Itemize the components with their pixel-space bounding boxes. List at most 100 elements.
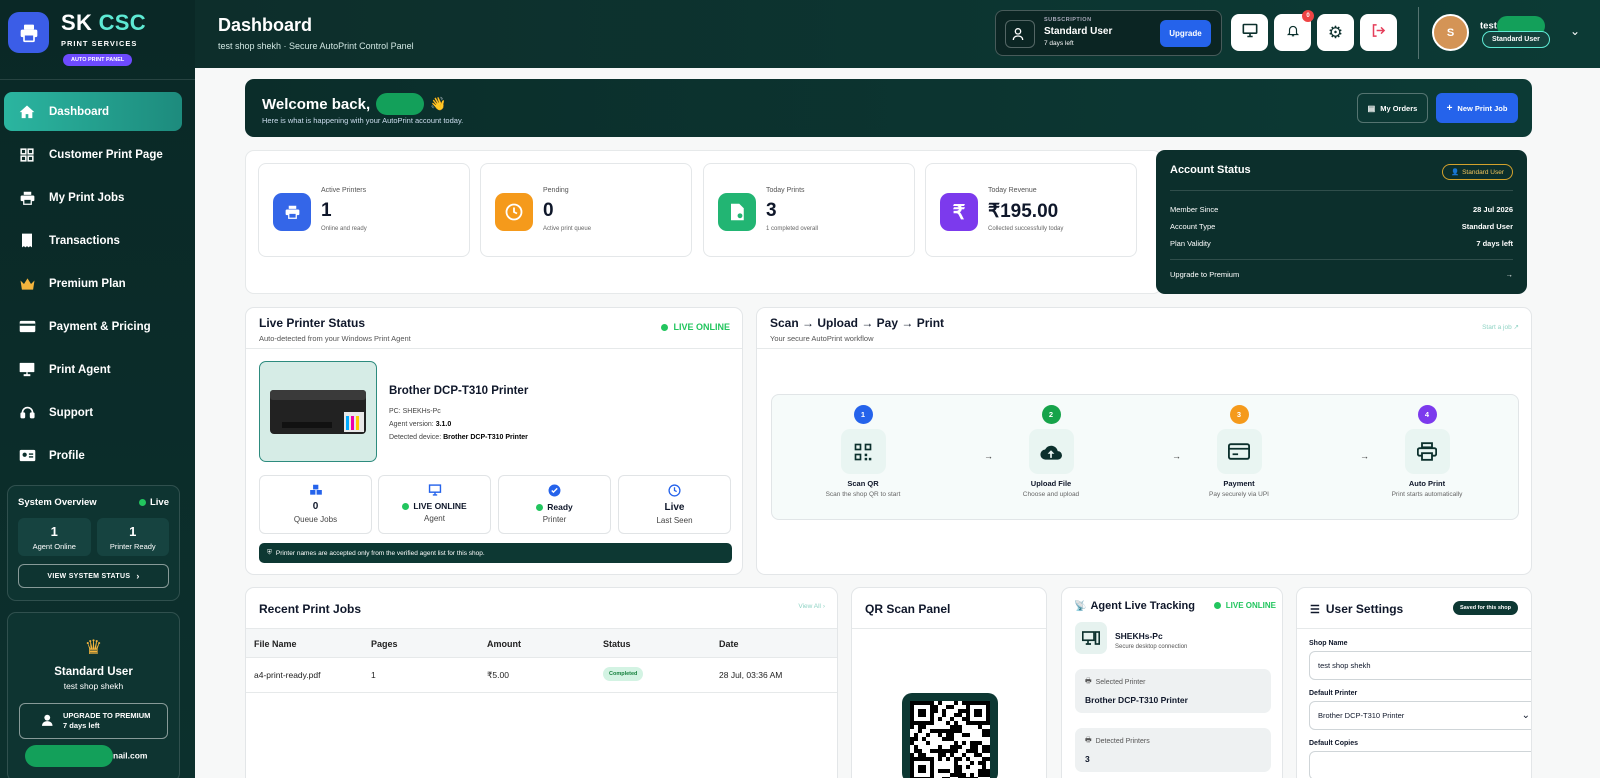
sidebar-item-label: Premium Plan	[49, 277, 126, 290]
logout-icon	[1371, 23, 1386, 43]
workflow-steps: 1 Scan QR Scan the shop QR to start → 2 Uploa…	[771, 394, 1519, 520]
shop-name-input[interactable]: test shop shekh	[1309, 651, 1531, 680]
queue-icon	[260, 484, 371, 496]
col-file-name: File Name	[254, 639, 297, 649]
stat-card-today-prints: Today Prints 3 1 completed overall	[703, 163, 915, 257]
sidebar-item-premium-plan[interactable]: Premium Plan	[4, 264, 182, 303]
new-print-job-button[interactable]: + New Print Job	[1436, 93, 1518, 123]
stat-value: 1	[321, 200, 332, 221]
welcome-banner: Welcome back, 👋 Here is what is happening…	[245, 79, 1532, 137]
sidebar-item-print-agent[interactable]: Print Agent	[4, 350, 182, 389]
chevron-down-icon[interactable]: ⌄	[1570, 24, 1580, 38]
main-content: Welcome back, 👋 Here is what is happening…	[195, 68, 1600, 778]
start-job-link[interactable]: Start a job ↗	[1482, 323, 1519, 331]
step-desc: Pay securely via UPI	[1209, 491, 1269, 498]
stat-note: Active print queue	[543, 226, 592, 232]
monitor-icon	[1242, 23, 1258, 43]
sidebar-item-transactions[interactable]: Transactions	[4, 221, 182, 260]
printer-ready-card: 1 Printer Ready	[96, 518, 169, 556]
agent-version: Agent version: 3.1.0	[389, 421, 452, 428]
notifications-button[interactable]: 0	[1274, 10, 1314, 51]
card-title: Recent Print Jobs	[259, 602, 362, 616]
default-copies-input[interactable]	[1309, 751, 1531, 778]
top-header: Dashboard test shop shekh · Secure AutoP…	[195, 0, 1600, 68]
card-subtitle: Your secure AutoPrint workflow	[770, 334, 874, 343]
subscription-box: SUBSCRIPTION Standard User 7 days left U…	[995, 10, 1222, 56]
device-sub: Secure desktop connection	[1115, 644, 1188, 650]
home-icon	[17, 104, 37, 119]
sidebar-item-customer-print-page[interactable]: Customer Print Page	[4, 135, 182, 174]
sidebar-item-label: Profile	[49, 449, 85, 462]
qr-icon	[840, 429, 886, 474]
upgrade-button[interactable]: Upgrade	[1160, 20, 1211, 47]
avatar[interactable]: S	[1432, 14, 1469, 51]
card-title: ☰ User Settings	[1310, 602, 1404, 616]
sidebar-item-label: Support	[49, 406, 94, 419]
crown-icon	[17, 277, 37, 291]
stat-card-active-printers: Active Printers 1 Online and ready	[258, 163, 470, 257]
printer-icon	[1404, 429, 1450, 474]
my-orders-button[interactable]: ▤ My Orders	[1357, 93, 1428, 123]
subscription-plan: Standard User	[1044, 26, 1113, 37]
stat-card-today-revenue: ₹ Today Revenue ₹195.00 Collected successfu…	[925, 163, 1137, 257]
sidebar: SK CSC PRINT SERVICES AUTO PRINT PANEL D…	[0, 0, 195, 778]
step-title: Payment	[1223, 479, 1255, 488]
desktop-icon	[1075, 622, 1107, 654]
agent-online-card: 1 Agent Online	[18, 518, 91, 556]
queue-jobs-tile: 0 Queue Jobs	[259, 475, 372, 534]
id-card-icon	[17, 449, 37, 462]
sidebar-item-payment-pricing[interactable]: Payment & Pricing	[4, 307, 182, 346]
upgrade-premium-button[interactable]: UPGRADE TO PREMIUM 7 days left	[19, 703, 168, 739]
live-dot-icon	[661, 323, 669, 331]
monitor-icon	[17, 362, 37, 377]
brand: SK CSC PRINT SERVICES AUTO PRINT PANEL	[0, 0, 195, 80]
subscription-days: 7 days left	[1044, 40, 1074, 47]
overview-live: Live	[138, 497, 169, 508]
default-printer-select[interactable]: Brother DCP-T310 Printer ⌄	[1309, 701, 1531, 730]
agent-tile: LIVE ONLINE Agent	[378, 475, 491, 534]
step-title: Auto Print	[1408, 479, 1446, 488]
orders-icon: ▤	[1367, 103, 1376, 113]
user-settings-card: ☰ User Settings Saved for this shop Shop …	[1296, 587, 1532, 778]
settings-button[interactable]: ⚙	[1317, 14, 1354, 51]
sliders-icon: ☰	[1310, 603, 1320, 616]
logout-button[interactable]	[1360, 14, 1397, 51]
workflow-step: 3 Payment Pay securely via UPI	[1179, 405, 1299, 498]
printer-icon	[273, 193, 311, 231]
sidebar-item-label: Transactions	[49, 234, 120, 247]
monitor-button[interactable]	[1231, 14, 1268, 51]
sidebar-item-label: Print Agent	[49, 363, 111, 376]
header-divider	[1418, 7, 1419, 59]
printer-pc: PC: SHEKHs-Pc	[389, 408, 441, 415]
stats-panel: Active Printers 1 Online and ready Pending 0…	[245, 150, 1162, 294]
stat-label: Today Prints	[766, 187, 805, 194]
divider	[757, 348, 1531, 349]
view-all-link[interactable]: View All ›	[798, 603, 825, 610]
cell-amount: ₹5.00	[487, 670, 509, 680]
sidebar-item-support[interactable]: Support	[4, 393, 182, 432]
printer-icon	[17, 191, 37, 205]
sidebar-item-dashboard[interactable]: Dashboard	[4, 92, 182, 131]
plan-name: Standard User	[54, 666, 133, 678]
upgrade-premium-link[interactable]: Upgrade to Premium →	[1170, 270, 1513, 279]
step-number: 3	[1229, 405, 1249, 424]
step-title: Scan QR	[847, 479, 879, 488]
cell-pages: 1	[371, 670, 376, 680]
monitor-icon	[379, 484, 490, 496]
plus-icon: +	[1446, 102, 1453, 114]
qr-code	[902, 693, 998, 778]
workflow-step: 2 Upload File Choose and upload	[991, 405, 1111, 498]
file-check-icon	[718, 193, 756, 231]
arrow-right-icon: →	[1505, 270, 1514, 279]
page-title: Dashboard	[218, 15, 313, 35]
last-seen-tile: Live Last Seen	[618, 475, 731, 534]
col-pages: Pages	[371, 639, 398, 649]
view-system-status-button[interactable]: VIEW SYSTEM STATUS ›	[18, 564, 169, 588]
bell-icon	[1286, 23, 1300, 43]
sidebar-item-my-print-jobs[interactable]: My Print Jobs	[4, 178, 182, 217]
sidebar-item-profile[interactable]: Profile	[4, 436, 182, 475]
gear-icon: ⚙	[1327, 22, 1344, 42]
divider	[852, 628, 1046, 629]
qr-scan-card: QR Scan Panel	[851, 587, 1047, 778]
detected-device: Detected device: Brother DCP-T310 Printe…	[389, 434, 528, 441]
